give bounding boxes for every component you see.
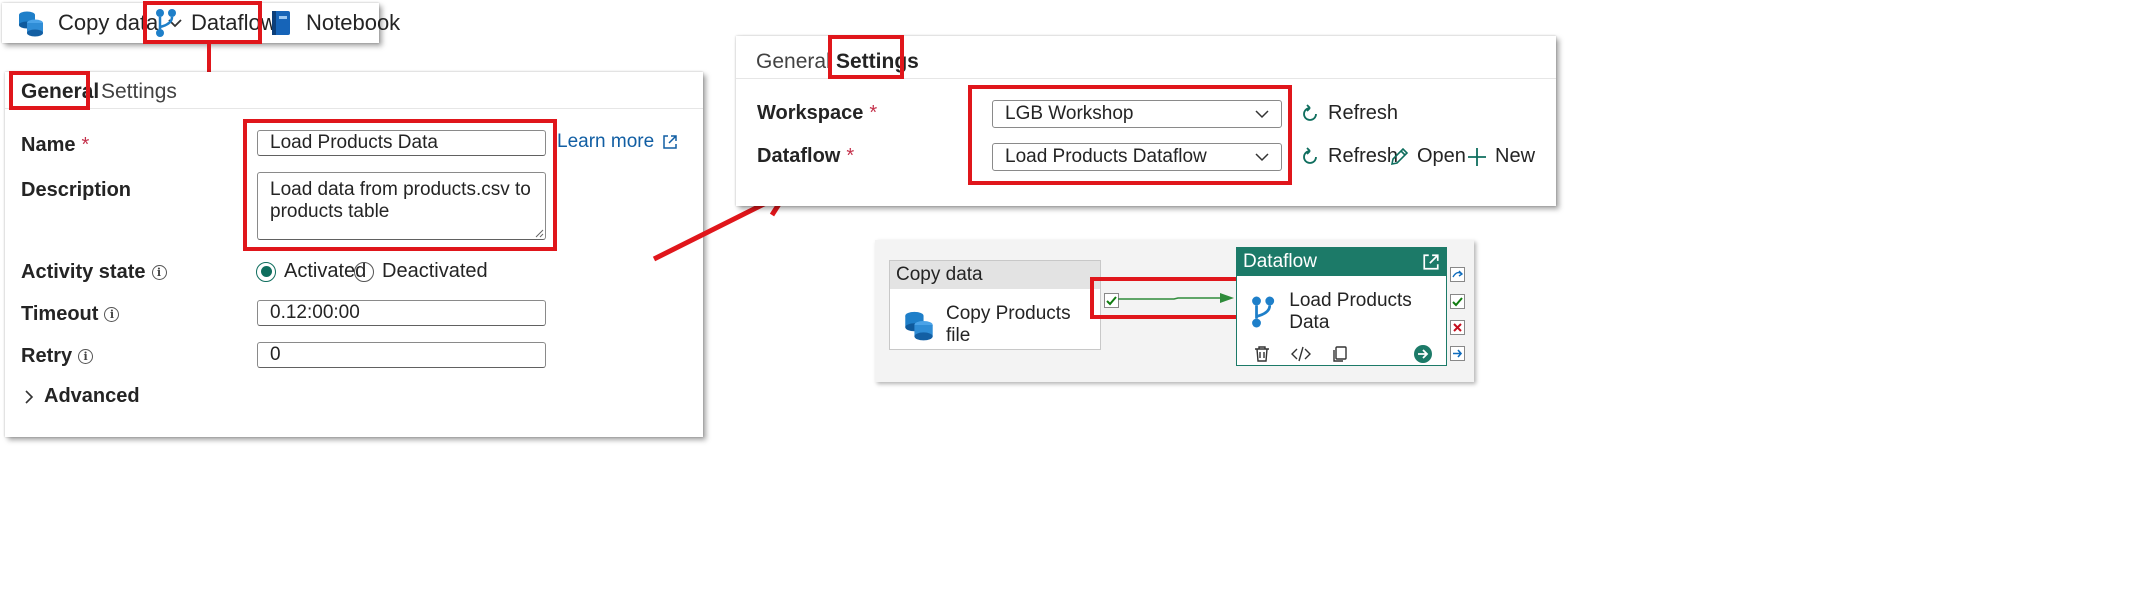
dataflow-label-text: Dataflow: [757, 145, 841, 167]
tab-settings[interactable]: Settings: [101, 80, 177, 104]
copy-node-header-text: Copy data: [896, 264, 983, 285]
refresh-icon: [1303, 146, 1317, 164]
dataflow-node-name: Load Products Data: [1289, 290, 1412, 333]
advanced-label: Advanced: [44, 385, 140, 407]
timeout-value: 0.12:00:00: [270, 302, 360, 323]
refresh-label: Refresh: [1328, 145, 1399, 167]
fail-output-icon[interactable]: [1450, 320, 1465, 335]
success-connector-arrow: [1118, 293, 1234, 303]
timeout-label-text: Timeout: [21, 303, 99, 325]
success-output-icon[interactable]: [1450, 294, 1465, 309]
workspace-label-text: Workspace: [757, 102, 864, 124]
radio-unselected-icon: [354, 261, 374, 282]
dataflow-label: Dataflow *: [757, 145, 854, 168]
chevron-down-icon: [1255, 109, 1269, 118]
tab-divider: [5, 108, 703, 109]
name-input[interactable]: Load Products Data: [257, 130, 546, 156]
dataflow-icon: [156, 9, 176, 37]
dataflow-node-header-text: Dataflow: [1243, 251, 1317, 272]
required-mark: *: [846, 145, 855, 167]
dataflow-activity-node[interactable]: Dataflow Load Products Data: [1236, 247, 1447, 366]
info-icon[interactable]: i: [151, 265, 167, 280]
learn-more-link[interactable]: Learn more: [557, 131, 678, 153]
name-label-text: Name: [21, 134, 76, 156]
pencil-icon: [1390, 147, 1409, 165]
activated-radio[interactable]: Activated: [256, 260, 366, 283]
required-mark: *: [81, 134, 90, 156]
description-label-text: Description: [21, 179, 132, 201]
dataflow-node-actions: [1253, 344, 1433, 364]
activity-state-label: Activity state i: [21, 261, 167, 284]
external-link-icon: [663, 135, 677, 149]
resize-handle-icon[interactable]: [535, 229, 544, 238]
run-arrow-icon[interactable]: [1413, 344, 1433, 364]
dataflow-button[interactable]: Dataflow: [155, 3, 277, 43]
required-mark: *: [869, 102, 878, 124]
retry-value: 0: [270, 344, 281, 365]
tab-settings[interactable]: Settings: [836, 50, 919, 74]
name-label: Name *: [21, 134, 89, 157]
refresh-label: Refresh: [1328, 102, 1399, 124]
learn-more-text: Learn more: [557, 131, 655, 152]
external-link-icon[interactable]: [1422, 253, 1440, 271]
open-label: Open: [1417, 145, 1466, 167]
workspace-label: Workspace *: [757, 102, 877, 125]
refresh-icon: [1303, 103, 1317, 121]
description-value: Load data from products.csv to products …: [270, 179, 531, 222]
dataflow-node-header: Dataflow: [1237, 248, 1446, 276]
open-button[interactable]: Open: [1389, 145, 1466, 168]
notebook-label: Notebook: [306, 10, 401, 35]
general-properties-panel: [5, 72, 703, 437]
delete-icon[interactable]: [1253, 345, 1271, 363]
skip-connector-icon[interactable]: [1450, 267, 1465, 282]
dataflow-refresh-button[interactable]: Refresh: [1300, 145, 1398, 168]
new-button[interactable]: New: [1467, 145, 1535, 168]
copy-icon[interactable]: [1331, 345, 1349, 363]
chevron-down-icon: [1255, 152, 1269, 161]
copy-data-activity-node[interactable]: Copy data Copy Products file: [889, 260, 1101, 350]
deactivated-radio[interactable]: Deactivated: [354, 260, 488, 283]
copy-data-label: Copy data: [58, 10, 159, 35]
chevron-right-icon: [25, 389, 34, 404]
workspace-value: LGB Workshop: [1005, 103, 1134, 124]
dataflow-label: Dataflow: [191, 10, 277, 35]
copy-data-icon: [19, 11, 43, 37]
deactivated-label: Deactivated: [382, 260, 488, 282]
new-label: New: [1495, 145, 1536, 167]
workspace-select[interactable]: LGB Workshop: [992, 100, 1282, 128]
retry-label-text: Retry: [21, 345, 73, 367]
code-icon[interactable]: [1291, 346, 1311, 362]
copy-node-body: Copy Products file: [890, 289, 1100, 347]
tab-general[interactable]: General: [21, 80, 99, 104]
plus-icon: [1468, 147, 1486, 166]
radio-selected-icon: [256, 261, 276, 282]
dataflow-icon: [1252, 296, 1275, 328]
dataflow-value: Load Products Dataflow: [1005, 146, 1207, 167]
workspace-refresh-button[interactable]: Refresh: [1300, 102, 1398, 125]
activity-state-text: Activity state: [21, 261, 146, 283]
copy-data-icon: [905, 311, 933, 341]
copy-node-header: Copy data: [890, 261, 1100, 289]
info-icon[interactable]: i: [104, 307, 120, 322]
timeout-input[interactable]: 0.12:00:00: [257, 300, 546, 326]
success-checkbox-icon[interactable]: [1104, 293, 1119, 308]
retry-input[interactable]: 0: [257, 342, 546, 368]
name-input-value: Load Products Data: [270, 132, 438, 153]
retry-label: Retry i: [21, 345, 94, 368]
description-textarea[interactable]: Load data from products.csv to products …: [257, 172, 546, 240]
tab-general[interactable]: General: [756, 50, 831, 74]
notebook-button[interactable]: Notebook: [270, 3, 400, 43]
info-icon[interactable]: i: [78, 349, 94, 364]
dataflow-select[interactable]: Load Products Dataflow: [992, 143, 1282, 171]
advanced-expander[interactable]: Advanced: [24, 385, 140, 408]
dataflow-node-body: Load Products Data: [1237, 276, 1446, 334]
completion-output-icon[interactable]: [1450, 346, 1465, 361]
copy-node-name: Copy Products file: [945, 303, 1071, 346]
timeout-label: Timeout i: [21, 303, 120, 326]
tab-divider: [736, 78, 1556, 79]
notebook-icon: [272, 11, 290, 35]
description-label: Description: [21, 179, 131, 202]
